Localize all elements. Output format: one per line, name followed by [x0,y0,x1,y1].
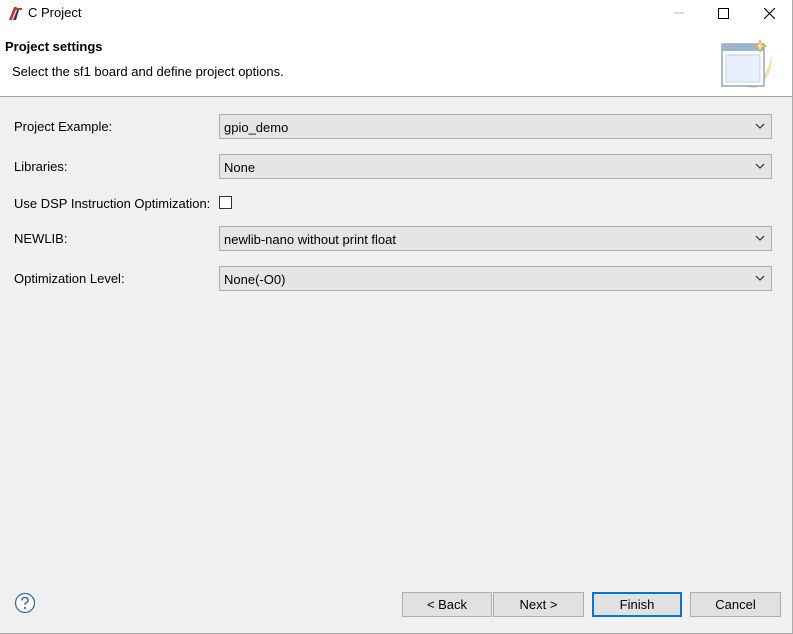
chevron-down-icon [755,235,765,241]
finish-button[interactable]: Finish [592,592,682,617]
wizard-banner-icon [721,38,772,88]
dsp-row: Use DSP Instruction Optimization: [0,191,792,217]
libraries-label: Libraries: [14,159,68,174]
libraries-value: None [224,160,256,175]
page-description: Select the sf1 board and define project … [12,64,284,79]
maximize-icon [717,7,729,19]
libraries-row: Libraries: None [0,154,792,180]
title-bar: C Project [0,0,792,26]
optimization-value: None(-O0) [224,272,286,287]
wizard-header: Project settings Select the sf1 board an… [0,26,792,97]
chevron-down-icon [755,163,765,169]
dsp-checkbox[interactable] [219,196,232,209]
newlib-label: NEWLIB: [14,231,68,246]
maximize-button[interactable] [700,0,746,26]
page-title: Project settings [5,39,103,54]
newlib-row: NEWLIB: newlib-nano without print float [0,226,792,252]
project-example-select[interactable]: gpio_demo [219,114,772,139]
optimization-row: Optimization Level: None(-O0) [0,266,792,292]
next-button[interactable]: Next > [493,592,584,617]
libraries-select[interactable]: None [219,154,772,179]
close-icon [763,7,775,19]
cancel-button[interactable]: Cancel [690,592,781,617]
back-button[interactable]: < Back [402,592,492,617]
project-example-label: Project Example: [14,119,113,134]
help-icon[interactable] [14,592,36,614]
chevron-down-icon [755,275,765,281]
project-example-row: Project Example: gpio_demo [0,114,792,140]
newlib-value: newlib-nano without print float [224,232,396,247]
window-title: C Project [28,5,82,20]
close-button[interactable] [746,0,792,26]
optimization-select[interactable]: None(-O0) [219,266,772,291]
eclipse-app-icon [9,7,22,20]
chevron-down-icon [755,123,765,129]
project-example-value: gpio_demo [224,120,289,135]
minimize-icon [674,12,684,14]
newlib-select[interactable]: newlib-nano without print float [219,226,772,251]
minimize-button[interactable] [656,0,702,26]
dsp-label: Use DSP Instruction Optimization: [14,196,211,211]
c-project-dialog: C Project Project settings Select the sf… [0,0,793,634]
optimization-label: Optimization Level: [14,271,125,286]
